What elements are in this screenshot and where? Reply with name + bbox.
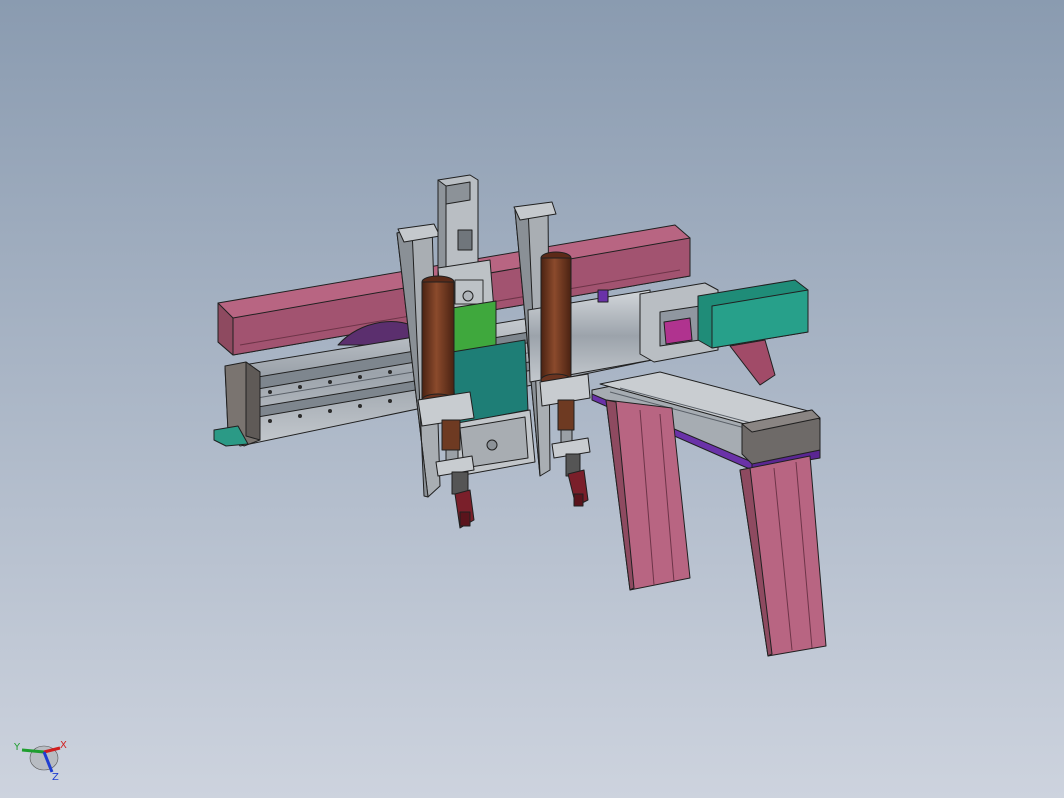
triad-y-axis [21, 748, 45, 754]
viewport-background [0, 0, 1064, 798]
triad-x-label: X [60, 740, 67, 751]
triad-y-label: Y [13, 742, 21, 753]
model-canvas[interactable]: Y X Z [0, 0, 1064, 798]
sensor-bracket [597, 289, 609, 303]
cad-viewport[interactable]: Y X Z [0, 0, 1064, 798]
triad-z-label: Z [52, 772, 59, 783]
